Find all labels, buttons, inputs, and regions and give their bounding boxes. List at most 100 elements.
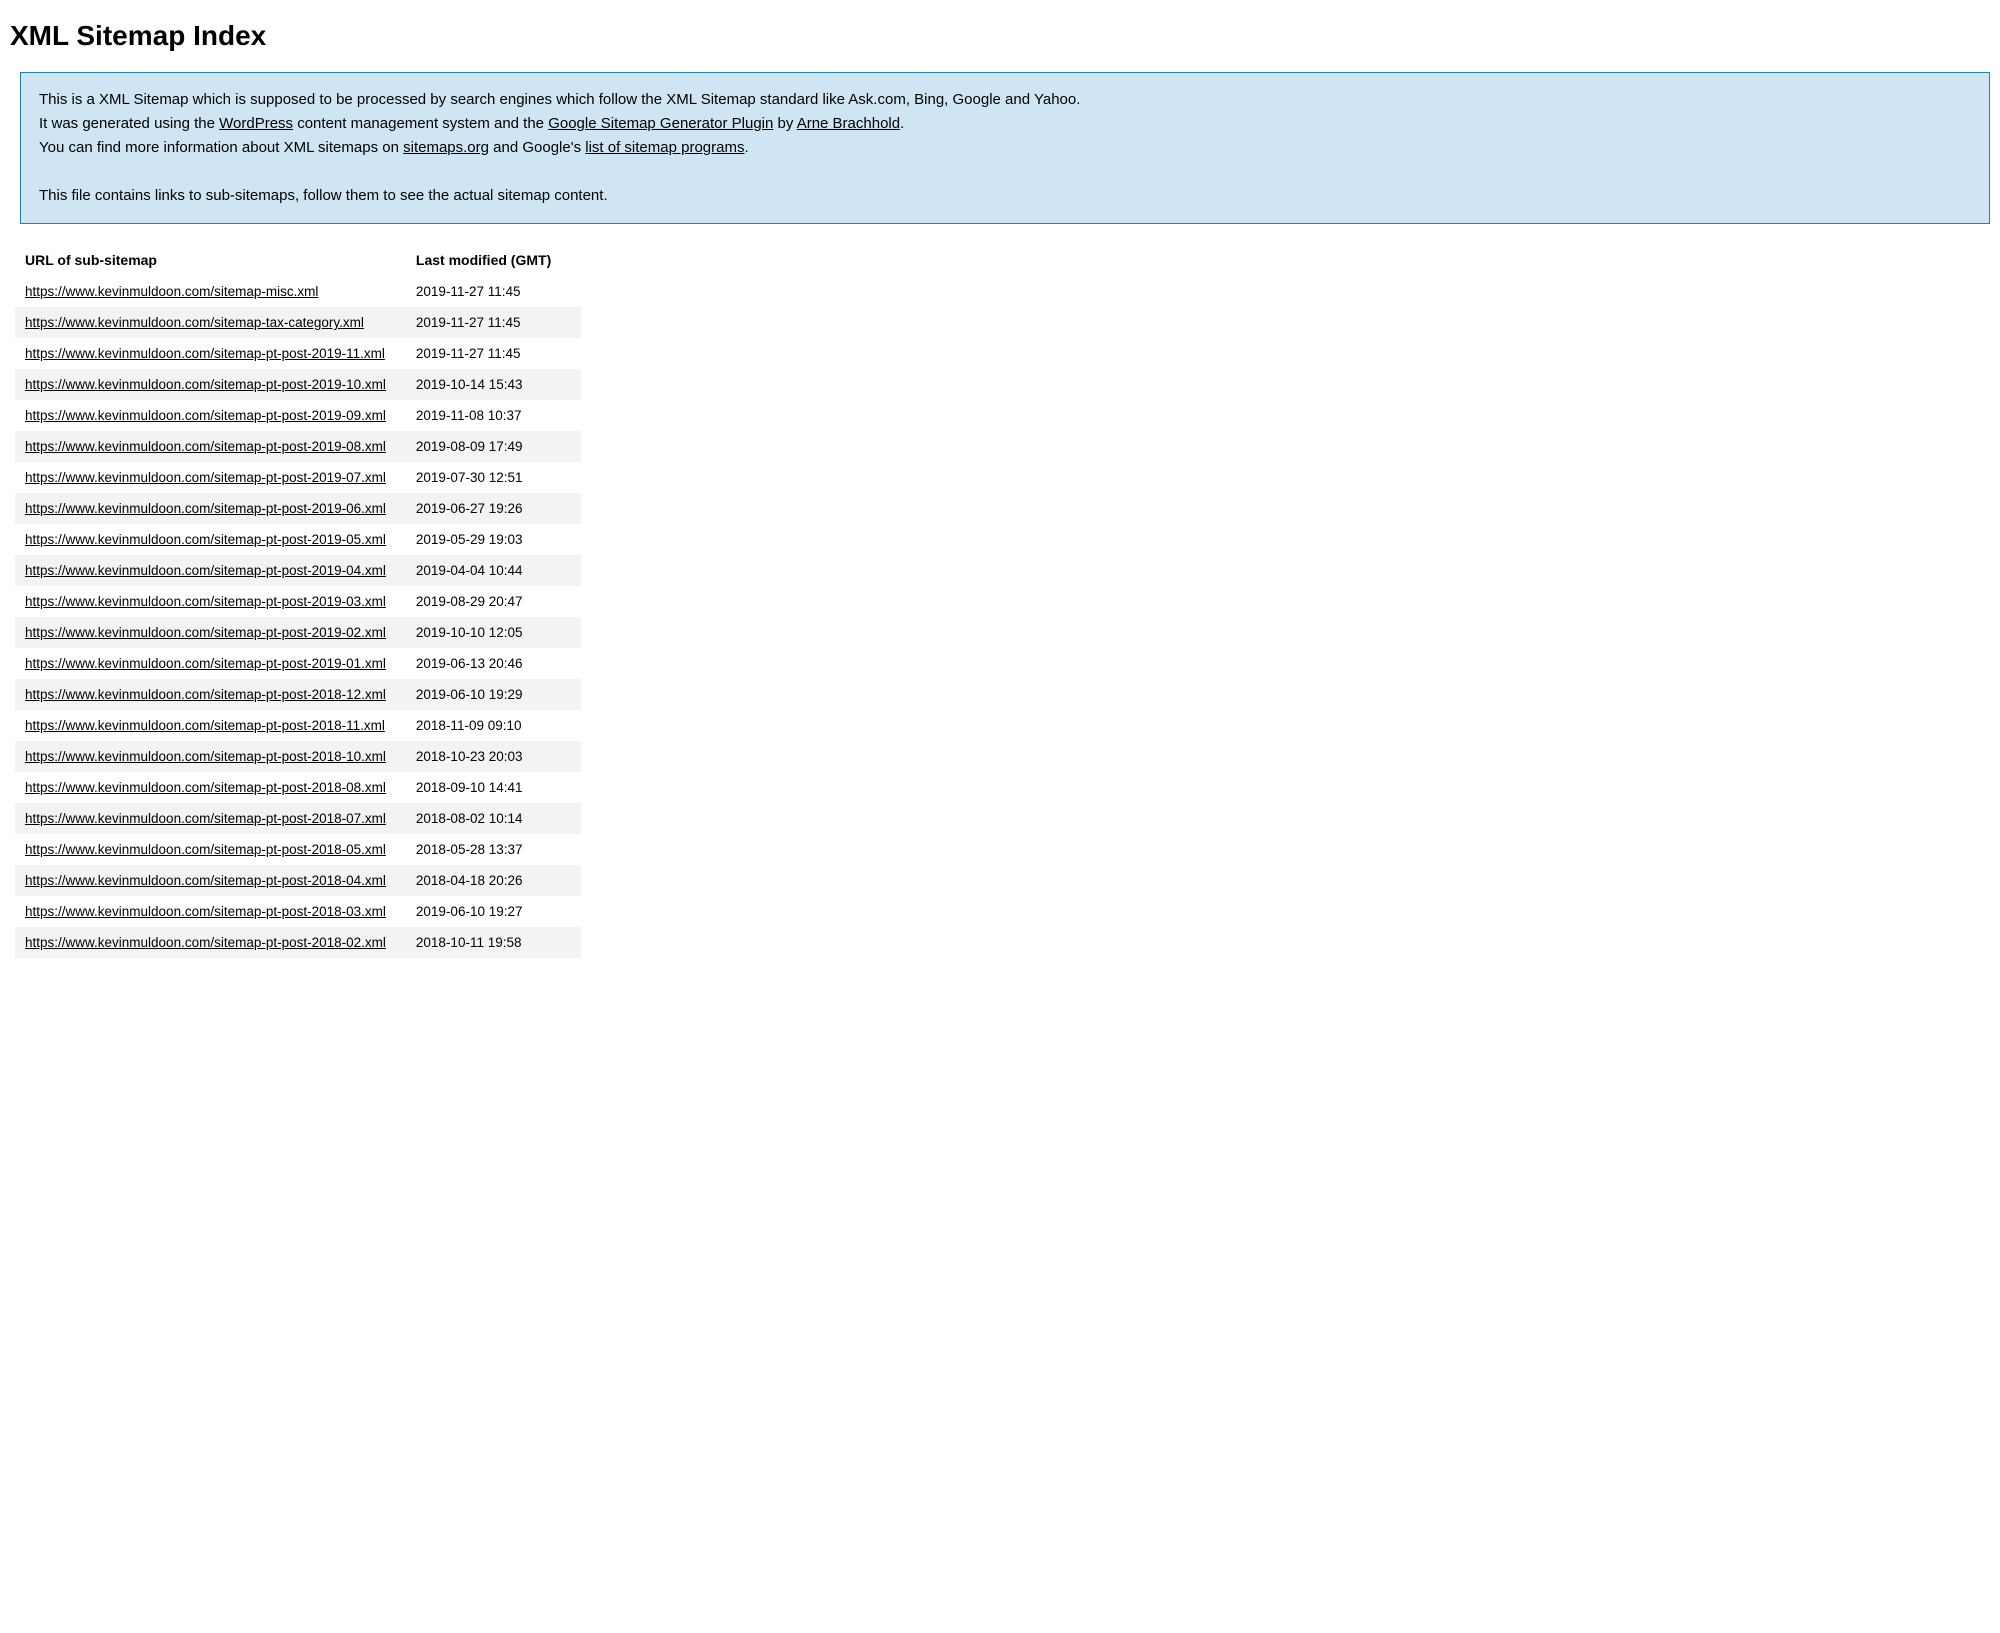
table-row: https://www.kevinmuldoon.com/sitemap-pt-… [15, 865, 581, 896]
cell-date: 2018-08-02 10:14 [406, 803, 581, 834]
cell-date: 2018-10-23 20:03 [406, 741, 581, 772]
author-link[interactable]: Arne Brachhold [797, 115, 900, 132]
cell-url: https://www.kevinmuldoon.com/sitemap-pt-… [15, 896, 406, 927]
table-row: https://www.kevinmuldoon.com/sitemap-pt-… [15, 834, 581, 865]
sitemap-link[interactable]: https://www.kevinmuldoon.com/sitemap-pt-… [25, 656, 386, 671]
wordpress-link[interactable]: WordPress [219, 115, 293, 132]
sitemap-link[interactable]: https://www.kevinmuldoon.com/sitemap-pt-… [25, 811, 386, 826]
table-row: https://www.kevinmuldoon.com/sitemap-pt-… [15, 431, 581, 462]
sitemap-link[interactable]: https://www.kevinmuldoon.com/sitemap-pt-… [25, 408, 386, 423]
info-text: content management system and the [293, 115, 548, 132]
sitemap-link[interactable]: https://www.kevinmuldoon.com/sitemap-pt-… [25, 377, 386, 392]
table-row: https://www.kevinmuldoon.com/sitemap-pt-… [15, 462, 581, 493]
cell-url: https://www.kevinmuldoon.com/sitemap-pt-… [15, 431, 406, 462]
cell-url: https://www.kevinmuldoon.com/sitemap-pt-… [15, 338, 406, 369]
table-row: https://www.kevinmuldoon.com/sitemap-mis… [15, 276, 581, 307]
cell-date: 2019-11-27 11:45 [406, 276, 581, 307]
cell-url: https://www.kevinmuldoon.com/sitemap-tax… [15, 307, 406, 338]
sitemap-link[interactable]: https://www.kevinmuldoon.com/sitemap-pt-… [25, 501, 386, 516]
cell-date: 2019-11-27 11:45 [406, 307, 581, 338]
table-row: https://www.kevinmuldoon.com/sitemap-pt-… [15, 400, 581, 431]
cell-date: 2018-05-28 13:37 [406, 834, 581, 865]
table-row: https://www.kevinmuldoon.com/sitemap-pt-… [15, 741, 581, 772]
table-row: https://www.kevinmuldoon.com/sitemap-pt-… [15, 524, 581, 555]
table-row: https://www.kevinmuldoon.com/sitemap-pt-… [15, 586, 581, 617]
sitemap-link[interactable]: https://www.kevinmuldoon.com/sitemap-pt-… [25, 687, 386, 702]
sitemap-link[interactable]: https://www.kevinmuldoon.com/sitemap-pt-… [25, 718, 385, 733]
sitemap-link[interactable]: https://www.kevinmuldoon.com/sitemap-pt-… [25, 594, 386, 609]
cell-url: https://www.kevinmuldoon.com/sitemap-pt-… [15, 400, 406, 431]
cell-url: https://www.kevinmuldoon.com/sitemap-pt-… [15, 803, 406, 834]
info-text: You can find more information about XML … [39, 139, 403, 156]
cell-url: https://www.kevinmuldoon.com/sitemap-pt-… [15, 586, 406, 617]
table-row: https://www.kevinmuldoon.com/sitemap-pt-… [15, 493, 581, 524]
sitemap-link[interactable]: https://www.kevinmuldoon.com/sitemap-mis… [25, 284, 318, 299]
table-row: https://www.kevinmuldoon.com/sitemap-pt-… [15, 927, 581, 958]
cell-date: 2019-08-09 17:49 [406, 431, 581, 462]
table-row: https://www.kevinmuldoon.com/sitemap-pt-… [15, 369, 581, 400]
table-row: https://www.kevinmuldoon.com/sitemap-pt-… [15, 772, 581, 803]
table-row: https://www.kevinmuldoon.com/sitemap-pt-… [15, 338, 581, 369]
info-line-2: It was generated using the WordPress con… [39, 112, 1971, 136]
sitemap-link[interactable]: https://www.kevinmuldoon.com/sitemap-pt-… [25, 904, 386, 919]
cell-date: 2019-10-10 12:05 [406, 617, 581, 648]
plugin-link[interactable]: Google Sitemap Generator Plugin [548, 115, 773, 132]
sitemap-link[interactable]: https://www.kevinmuldoon.com/sitemap-pt-… [25, 439, 386, 454]
info-text: . [744, 139, 748, 156]
table-row: https://www.kevinmuldoon.com/sitemap-pt-… [15, 896, 581, 927]
cell-date: 2018-04-18 20:26 [406, 865, 581, 896]
table-row: https://www.kevinmuldoon.com/sitemap-pt-… [15, 617, 581, 648]
google-programs-link[interactable]: list of sitemap programs [585, 139, 744, 156]
info-box: This is a XML Sitemap which is supposed … [20, 72, 1990, 224]
info-text: . [900, 115, 904, 132]
cell-url: https://www.kevinmuldoon.com/sitemap-pt-… [15, 555, 406, 586]
cell-url: https://www.kevinmuldoon.com/sitemap-pt-… [15, 462, 406, 493]
cell-date: 2019-11-08 10:37 [406, 400, 581, 431]
page-title: XML Sitemap Index [10, 20, 1990, 52]
sitemap-link[interactable]: https://www.kevinmuldoon.com/sitemap-pt-… [25, 780, 386, 795]
sitemap-link[interactable]: https://www.kevinmuldoon.com/sitemap-pt-… [25, 935, 386, 950]
cell-url: https://www.kevinmuldoon.com/sitemap-pt-… [15, 927, 406, 958]
sitemap-link[interactable]: https://www.kevinmuldoon.com/sitemap-pt-… [25, 532, 386, 547]
info-line-3: You can find more information about XML … [39, 136, 1971, 160]
sitemap-link[interactable]: https://www.kevinmuldoon.com/sitemap-pt-… [25, 842, 386, 857]
cell-date: 2019-08-29 20:47 [406, 586, 581, 617]
sitemap-table: URL of sub-sitemap Last modified (GMT) h… [15, 244, 581, 958]
header-date: Last modified (GMT) [406, 244, 581, 276]
cell-date: 2019-10-14 15:43 [406, 369, 581, 400]
cell-date: 2018-11-09 09:10 [406, 710, 581, 741]
table-row: https://www.kevinmuldoon.com/sitemap-pt-… [15, 803, 581, 834]
cell-url: https://www.kevinmuldoon.com/sitemap-pt-… [15, 617, 406, 648]
info-line-1: This is a XML Sitemap which is supposed … [39, 88, 1971, 112]
sitemap-link[interactable]: https://www.kevinmuldoon.com/sitemap-pt-… [25, 625, 386, 640]
cell-url: https://www.kevinmuldoon.com/sitemap-pt-… [15, 865, 406, 896]
cell-date: 2018-10-11 19:58 [406, 927, 581, 958]
cell-url: https://www.kevinmuldoon.com/sitemap-pt-… [15, 834, 406, 865]
sitemap-link[interactable]: https://www.kevinmuldoon.com/sitemap-pt-… [25, 563, 386, 578]
table-row: https://www.kevinmuldoon.com/sitemap-pt-… [15, 555, 581, 586]
cell-url: https://www.kevinmuldoon.com/sitemap-pt-… [15, 741, 406, 772]
sitemap-link[interactable]: https://www.kevinmuldoon.com/sitemap-pt-… [25, 873, 386, 888]
sitemap-link[interactable]: https://www.kevinmuldoon.com/sitemap-tax… [25, 315, 364, 330]
table-row: https://www.kevinmuldoon.com/sitemap-pt-… [15, 648, 581, 679]
cell-date: 2019-05-29 19:03 [406, 524, 581, 555]
header-url: URL of sub-sitemap [15, 244, 406, 276]
sitemap-link[interactable]: https://www.kevinmuldoon.com/sitemap-pt-… [25, 470, 386, 485]
cell-url: https://www.kevinmuldoon.com/sitemap-pt-… [15, 648, 406, 679]
cell-date: 2019-06-13 20:46 [406, 648, 581, 679]
cell-date: 2019-04-04 10:44 [406, 555, 581, 586]
info-text: It was generated using the [39, 115, 219, 132]
info-text: and Google's [489, 139, 585, 156]
cell-url: https://www.kevinmuldoon.com/sitemap-pt-… [15, 493, 406, 524]
cell-date: 2019-06-10 19:29 [406, 679, 581, 710]
cell-date: 2019-06-10 19:27 [406, 896, 581, 927]
cell-date: 2019-07-30 12:51 [406, 462, 581, 493]
cell-date: 2019-06-27 19:26 [406, 493, 581, 524]
sitemaps-org-link[interactable]: sitemaps.org [403, 139, 489, 156]
info-text: by [773, 115, 796, 132]
info-line-4: This file contains links to sub-sitemaps… [39, 184, 1971, 208]
sitemap-link[interactable]: https://www.kevinmuldoon.com/sitemap-pt-… [25, 346, 385, 361]
cell-url: https://www.kevinmuldoon.com/sitemap-pt-… [15, 524, 406, 555]
cell-date: 2019-11-27 11:45 [406, 338, 581, 369]
sitemap-link[interactable]: https://www.kevinmuldoon.com/sitemap-pt-… [25, 749, 386, 764]
